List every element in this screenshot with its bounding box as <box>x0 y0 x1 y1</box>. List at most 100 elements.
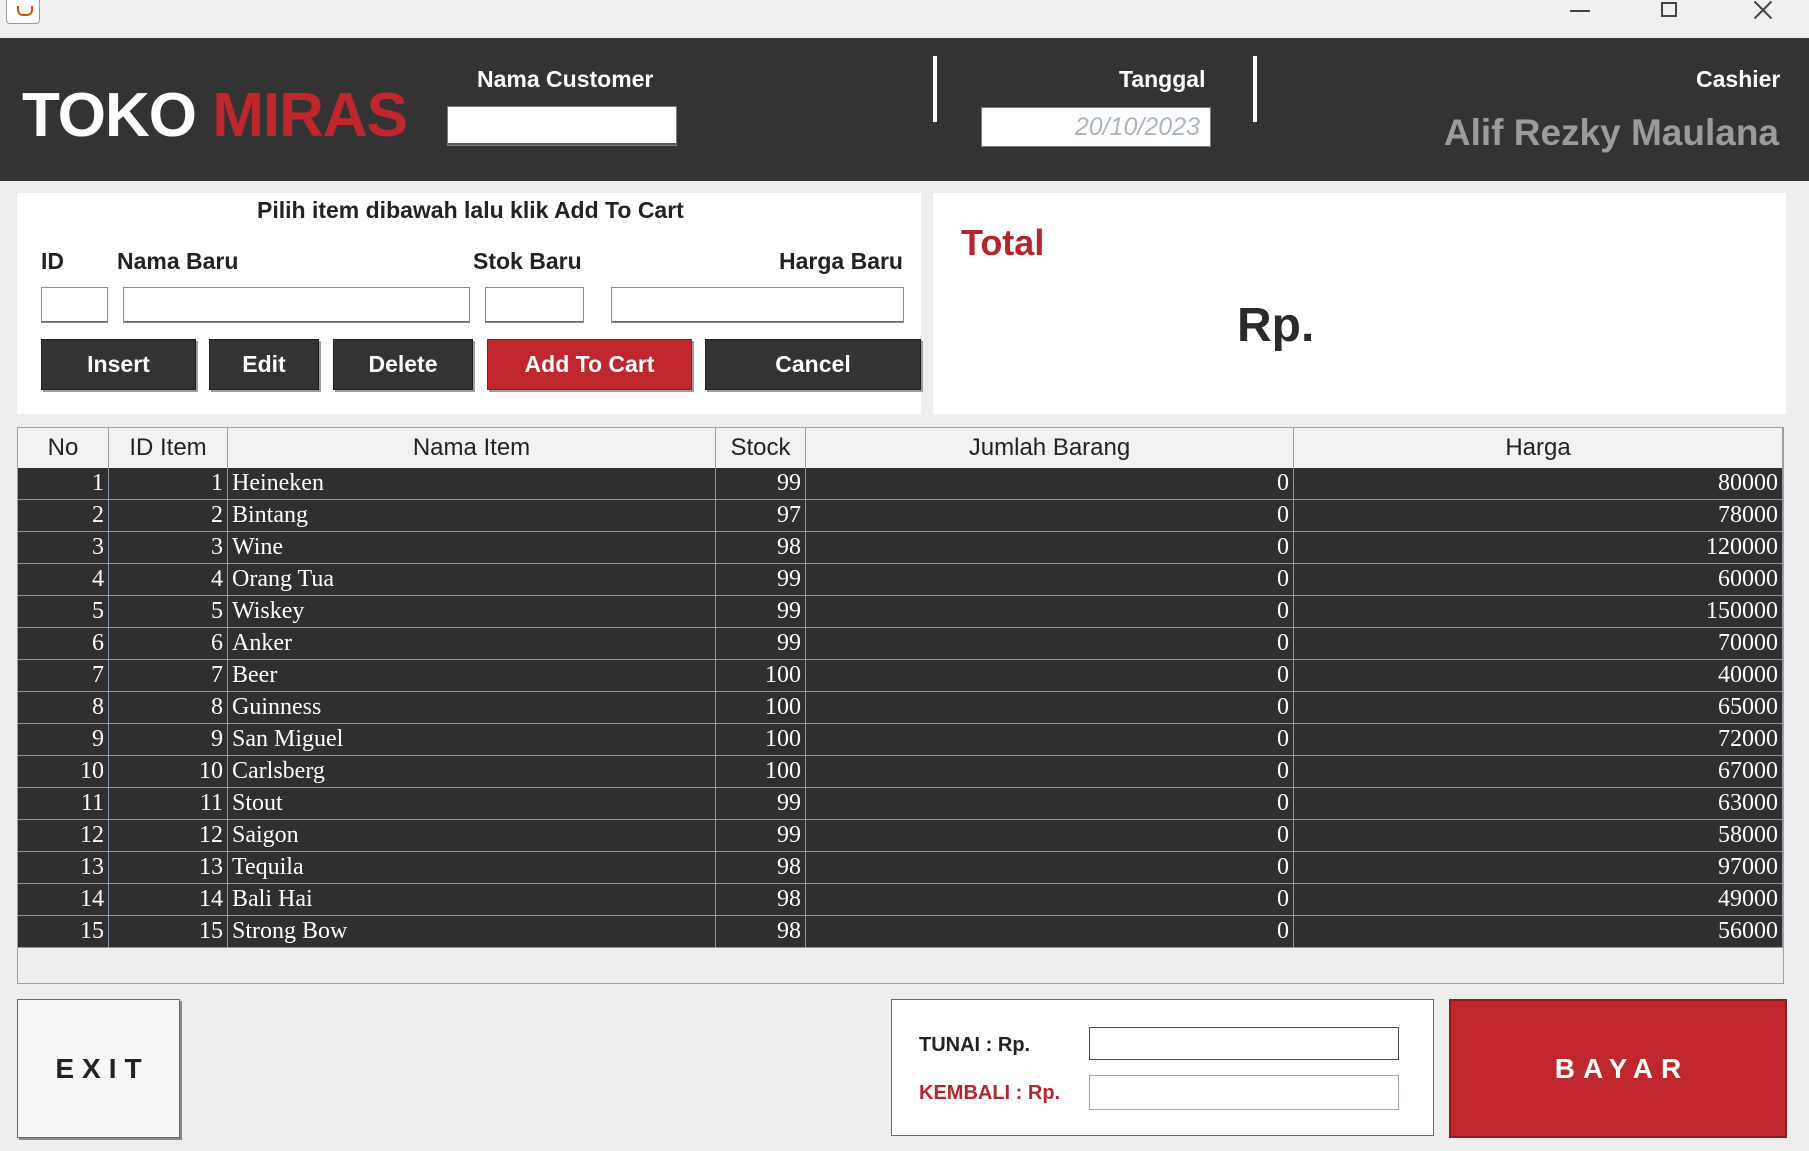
cell-nama-item[interactable]: Beer <box>228 660 716 692</box>
cell-no[interactable]: 4 <box>18 564 109 596</box>
cell-harga[interactable]: 56000 <box>1294 916 1783 948</box>
cell-nama-item[interactable]: San Miguel <box>228 724 716 756</box>
cell-harga[interactable]: 78000 <box>1294 500 1783 532</box>
cell-nama-item[interactable]: Heineken <box>228 468 716 500</box>
cell-id-item[interactable]: 9 <box>109 724 228 756</box>
cell-jumlah-barang[interactable]: 0 <box>806 500 1294 532</box>
cell-nama-item[interactable]: Anker <box>228 628 716 660</box>
cell-nama-item[interactable]: Bali Hai <box>228 884 716 916</box>
cell-harga[interactable]: 72000 <box>1294 724 1783 756</box>
cell-harga[interactable]: 60000 <box>1294 564 1783 596</box>
cell-jumlah-barang[interactable]: 0 <box>806 596 1294 628</box>
cell-jumlah-barang[interactable]: 0 <box>806 660 1294 692</box>
maximize-icon[interactable] <box>1640 0 1700 24</box>
table-row[interactable]: 6 6 Anker 99 0 70000 <box>18 628 1783 660</box>
cell-id-item[interactable]: 12 <box>109 820 228 852</box>
cell-no[interactable]: 10 <box>18 756 109 788</box>
cell-jumlah-barang[interactable]: 0 <box>806 884 1294 916</box>
column-header-nama-item[interactable]: Nama Item <box>228 428 716 468</box>
table-row[interactable]: 14 14 Bali Hai 98 0 49000 <box>18 884 1783 916</box>
cell-jumlah-barang[interactable]: 0 <box>806 724 1294 756</box>
cell-nama-item[interactable]: Strong Bow <box>228 916 716 948</box>
cell-no[interactable]: 2 <box>18 500 109 532</box>
cell-no[interactable]: 12 <box>18 820 109 852</box>
cell-id-item[interactable]: 15 <box>109 916 228 948</box>
cell-jumlah-barang[interactable]: 0 <box>806 916 1294 948</box>
cell-stock[interactable]: 99 <box>716 788 806 820</box>
cell-jumlah-barang[interactable]: 0 <box>806 564 1294 596</box>
cell-no[interactable]: 5 <box>18 596 109 628</box>
delete-button[interactable]: Delete <box>333 339 473 390</box>
kembali-input[interactable] <box>1089 1075 1399 1110</box>
table-row[interactable]: 8 8 Guinness 100 0 65000 <box>18 692 1783 724</box>
cell-stock[interactable]: 99 <box>716 628 806 660</box>
cell-harga[interactable]: 65000 <box>1294 692 1783 724</box>
cell-stock[interactable]: 99 <box>716 596 806 628</box>
table-row[interactable]: 11 11 Stout 99 0 63000 <box>18 788 1783 820</box>
cell-no[interactable]: 11 <box>18 788 109 820</box>
cell-nama-item[interactable]: Saigon <box>228 820 716 852</box>
cell-harga[interactable]: 80000 <box>1294 468 1783 500</box>
cell-stock[interactable]: 99 <box>716 820 806 852</box>
table-row[interactable]: 7 7 Beer 100 0 40000 <box>18 660 1783 692</box>
date-field[interactable]: 20/10/2023 <box>981 107 1211 147</box>
table-row[interactable]: 4 4 Orang Tua 99 0 60000 <box>18 564 1783 596</box>
cell-stock[interactable]: 100 <box>716 692 806 724</box>
cell-jumlah-barang[interactable]: 0 <box>806 532 1294 564</box>
cell-stock[interactable]: 100 <box>716 660 806 692</box>
cell-jumlah-barang[interactable]: 0 <box>806 628 1294 660</box>
cell-jumlah-barang[interactable]: 0 <box>806 788 1294 820</box>
cell-jumlah-barang[interactable]: 0 <box>806 692 1294 724</box>
cell-nama-item[interactable]: Bintang <box>228 500 716 532</box>
cell-harga[interactable]: 67000 <box>1294 756 1783 788</box>
cell-nama-item[interactable]: Tequila <box>228 852 716 884</box>
cell-id-item[interactable]: 10 <box>109 756 228 788</box>
cell-harga[interactable]: 40000 <box>1294 660 1783 692</box>
cell-stock[interactable]: 100 <box>716 756 806 788</box>
customer-name-input[interactable] <box>447 106 677 146</box>
cell-jumlah-barang[interactable]: 0 <box>806 468 1294 500</box>
column-header-harga[interactable]: Harga <box>1294 428 1783 468</box>
cell-stock[interactable]: 97 <box>716 500 806 532</box>
cell-no[interactable]: 7 <box>18 660 109 692</box>
table-row[interactable]: 9 9 San Miguel 100 0 72000 <box>18 724 1783 756</box>
cell-harga[interactable]: 97000 <box>1294 852 1783 884</box>
cell-no[interactable]: 6 <box>18 628 109 660</box>
cell-harga[interactable]: 49000 <box>1294 884 1783 916</box>
cell-id-item[interactable]: 13 <box>109 852 228 884</box>
exit-button[interactable]: EXIT <box>17 999 180 1138</box>
cell-stock[interactable]: 99 <box>716 564 806 596</box>
harga-baru-input[interactable] <box>611 287 904 323</box>
cell-no[interactable]: 9 <box>18 724 109 756</box>
cell-jumlah-barang[interactable]: 0 <box>806 756 1294 788</box>
cell-stock[interactable]: 100 <box>716 724 806 756</box>
cell-no[interactable]: 15 <box>18 916 109 948</box>
column-header-id-item[interactable]: ID Item <box>109 428 228 468</box>
cell-id-item[interactable]: 1 <box>109 468 228 500</box>
table-row[interactable]: 15 15 Strong Bow 98 0 56000 <box>18 916 1783 948</box>
add-to-cart-button[interactable]: Add To Cart <box>487 339 692 390</box>
cell-nama-item[interactable]: Carlsberg <box>228 756 716 788</box>
id-input[interactable] <box>41 287 108 323</box>
cell-id-item[interactable]: 4 <box>109 564 228 596</box>
cancel-button[interactable]: Cancel <box>705 339 921 390</box>
cell-stock[interactable]: 98 <box>716 916 806 948</box>
cell-stock[interactable]: 99 <box>716 468 806 500</box>
cell-no[interactable]: 8 <box>18 692 109 724</box>
table-row[interactable]: 10 10 Carlsberg 100 0 67000 <box>18 756 1783 788</box>
edit-button[interactable]: Edit <box>209 339 319 390</box>
cell-jumlah-barang[interactable]: 0 <box>806 820 1294 852</box>
cell-no[interactable]: 3 <box>18 532 109 564</box>
stok-baru-input[interactable] <box>485 287 584 323</box>
nama-baru-input[interactable] <box>123 287 470 323</box>
items-table[interactable]: No ID Item Nama Item Stock Jumlah Barang… <box>17 427 1784 984</box>
bayar-button[interactable]: BAYAR <box>1449 999 1787 1138</box>
cell-id-item[interactable]: 14 <box>109 884 228 916</box>
insert-button[interactable]: Insert <box>41 339 196 390</box>
column-header-jumlah-barang[interactable]: Jumlah Barang <box>806 428 1294 468</box>
cell-harga[interactable]: 70000 <box>1294 628 1783 660</box>
cell-nama-item[interactable]: Guinness <box>228 692 716 724</box>
cell-nama-item[interactable]: Stout <box>228 788 716 820</box>
cell-no[interactable]: 1 <box>18 468 109 500</box>
cell-nama-item[interactable]: Wine <box>228 532 716 564</box>
